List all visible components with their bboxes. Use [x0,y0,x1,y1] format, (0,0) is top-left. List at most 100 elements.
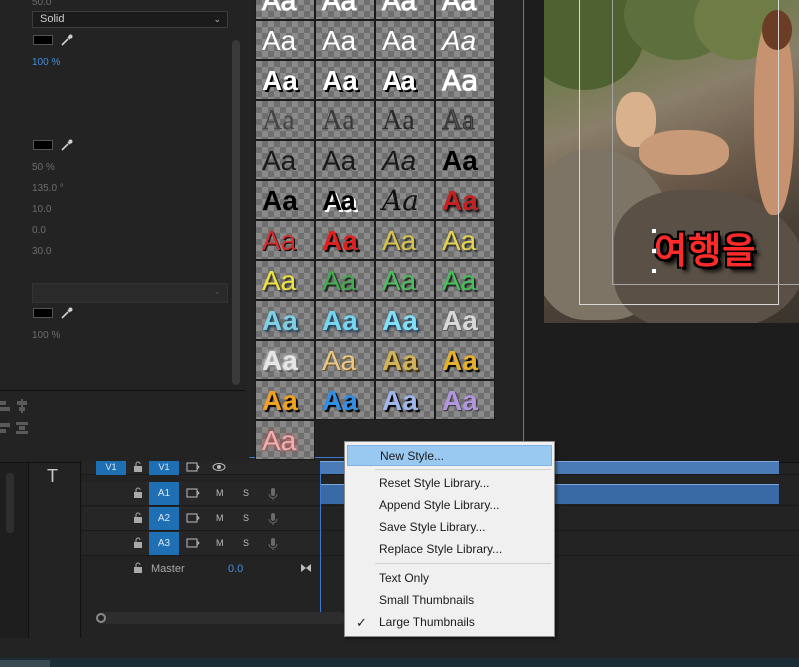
style-swatch[interactable]: Aa [315,300,375,340]
style-swatch[interactable]: Aa [435,380,495,420]
status-scroll-thumb[interactable] [0,660,50,667]
lock-icon[interactable] [133,487,143,499]
fit-icon[interactable] [300,563,312,573]
shadow-size-value[interactable]: 0.0 [32,225,46,236]
fill-opacity-value[interactable]: 100 % [32,57,60,68]
eyedropper-icon[interactable] [60,33,74,47]
style-swatch[interactable]: Aa [435,220,495,260]
style-swatch[interactable]: Aa [435,0,495,20]
align-center-icon[interactable] [14,399,30,413]
style-swatch[interactable]: Aa [255,420,315,460]
style-swatch[interactable]: Aa [315,60,375,100]
style-swatch[interactable]: Aa [375,220,435,260]
style-swatch[interactable]: Aa [375,0,435,20]
style-swatch[interactable]: Aa [375,380,435,420]
eye-icon[interactable] [212,462,226,472]
menu-item-save-style-library[interactable]: Save Style Library... [347,517,552,538]
shadow-opacity-value[interactable]: 50 % [32,162,55,173]
shadow-blur-value[interactable]: 30.0 [32,246,51,257]
style-swatch[interactable]: Aa [315,180,375,220]
style-swatch[interactable]: Aa [315,140,375,180]
background-color-swatch[interactable] [33,308,53,318]
lock-icon[interactable] [133,461,143,473]
menu-item-small-thumbnails[interactable]: Small Thumbnails [347,590,552,611]
style-swatch[interactable]: Aa [435,100,495,140]
microphone-icon[interactable] [268,487,278,501]
style-swatch[interactable]: Aa [375,60,435,100]
solo-button[interactable]: S [243,513,249,523]
menu-item-replace-style-library[interactable]: Replace Style Library... [347,539,552,560]
lock-icon[interactable] [133,537,143,549]
style-swatch[interactable]: Aa [375,340,435,380]
fill-type-select[interactable]: Solid ⌄ [32,11,228,28]
style-swatch[interactable]: Aa [255,340,315,380]
style-swatch[interactable]: Aa [375,100,435,140]
style-swatch[interactable]: Aa [255,300,315,340]
menu-item-append-style-library[interactable]: Append Style Library... [347,495,552,516]
style-swatch[interactable]: Aa [315,0,375,20]
style-swatch[interactable]: Aa [255,260,315,300]
shadow-distance-value[interactable]: 10.0 [32,204,51,215]
sync-lock-icon[interactable] [186,462,200,472]
track-target-a2[interactable]: A2 [149,507,179,530]
style-swatch[interactable]: Aa [315,380,375,420]
style-swatch[interactable]: Aa [255,20,315,60]
title-text[interactable]: 여행을 [654,222,756,274]
track-target-a1[interactable]: A1 [149,482,179,505]
sync-lock-icon[interactable] [186,513,200,523]
menu-item-reset-style-library[interactable]: Reset Style Library... [347,473,552,494]
zoom-handle[interactable] [96,613,106,623]
shadow-angle-value[interactable]: 135.0 ° [32,183,64,194]
solo-button[interactable]: S [243,538,249,548]
lock-icon[interactable] [133,512,143,524]
eyedropper-icon[interactable] [60,306,74,320]
track-target-a3[interactable]: A3 [149,532,179,555]
sync-lock-icon[interactable] [186,538,200,548]
style-swatch[interactable]: Aa [375,20,435,60]
style-swatch[interactable]: Aa [255,0,315,20]
microphone-icon[interactable] [268,537,278,551]
style-swatch[interactable]: Aa [255,100,315,140]
style-swatch[interactable]: Aa [375,300,435,340]
style-swatch[interactable]: Aa [315,100,375,140]
resize-handle[interactable] [651,248,657,254]
shadow-color-swatch[interactable] [33,140,53,150]
eyedropper-icon[interactable] [60,138,74,152]
mute-button[interactable]: M [216,488,224,498]
distribute-vertical-icon[interactable] [14,421,30,435]
resize-handle[interactable] [651,228,657,234]
track-target-v1[interactable]: V1 [149,461,179,475]
properties-scrollbar[interactable] [232,40,240,385]
style-swatch[interactable]: Aa [375,180,435,220]
source-patch-v1[interactable]: V1 [96,461,126,475]
style-swatch[interactable]: Aa [435,300,495,340]
style-swatch[interactable]: Aa [315,260,375,300]
menu-item-text-only[interactable]: Text Only [347,568,552,589]
distribute-icon[interactable] [0,421,12,435]
lock-icon[interactable] [133,562,143,574]
menu-item-large-thumbnails[interactable]: ✓ Large Thumbnails [347,612,552,633]
background-select[interactable]: ⌄ [32,283,228,303]
type-tool-icon[interactable]: T [47,466,58,487]
style-swatch[interactable]: Aa [435,340,495,380]
style-swatch[interactable]: Aa [375,260,435,300]
solo-button[interactable]: S [243,488,249,498]
style-swatch[interactable]: Aa [255,220,315,260]
style-swatch[interactable]: Aa [435,180,495,220]
style-swatch[interactable]: Aa [315,220,375,260]
microphone-icon[interactable] [268,512,278,526]
style-swatch[interactable]: Aa [375,140,435,180]
master-volume-value[interactable]: 0.0 [228,563,243,575]
bg-opacity-value[interactable]: 100 % [32,330,60,341]
sync-lock-icon[interactable] [186,488,200,498]
style-swatch[interactable]: Aa [255,380,315,420]
tool-scrollbar[interactable] [6,473,14,533]
style-swatch[interactable]: Aa [315,340,375,380]
resize-handle[interactable] [651,268,657,274]
playhead-line[interactable] [320,463,321,613]
style-swatch[interactable]: Aa [435,60,495,100]
style-swatch[interactable]: Aa [315,20,375,60]
top-value[interactable]: 50.0 [32,0,51,8]
style-swatch[interactable]: Aa [435,20,495,60]
video-frame[interactable]: 여행을 [544,0,799,323]
